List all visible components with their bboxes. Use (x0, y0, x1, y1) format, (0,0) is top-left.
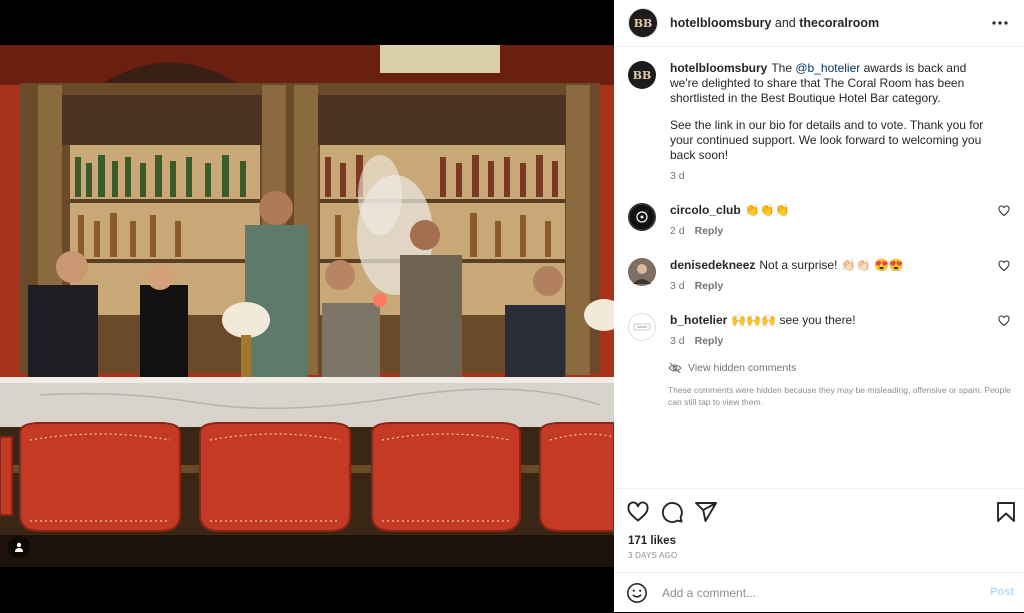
tag-user-button[interactable] (8, 536, 30, 558)
add-comment-input[interactable] (660, 585, 974, 601)
caption-time: 3 d (670, 170, 685, 182)
view-hidden-comments-button[interactable]: View hidden comments (668, 362, 796, 374)
like-comment-heart-icon[interactable] (998, 315, 1010, 327)
circolo-logo-icon (636, 211, 648, 223)
reply-button[interactable]: Reply (695, 280, 724, 292)
post-side-panel: BB hotelbloomsbury and thecoralroom BB h… (614, 0, 1024, 612)
circolo-avatar[interactable] (628, 203, 656, 231)
comment-meta: 3 d Reply (670, 334, 990, 349)
person-photo-icon (628, 258, 656, 286)
comment-icon[interactable] (660, 500, 684, 524)
comment-username[interactable]: circolo_club (670, 203, 741, 217)
heart-icon[interactable] (626, 500, 650, 524)
caption-text-before: The (771, 61, 796, 75)
comment-text: 👏👏👏 (744, 203, 790, 217)
post-header: BB hotelbloomsbury and thecoralroom (614, 0, 1024, 47)
comment-username[interactable]: b_hotelier (670, 313, 727, 327)
author-username[interactable]: hotelbloomsbury (670, 16, 771, 30)
comments-section[interactable]: BB hotelbloomsbury The @b_hotelier awards… (614, 47, 1024, 487)
comment-time: 3 d (670, 280, 685, 292)
caption-body: hotelbloomsbury The @b_hotelier awards is… (670, 61, 990, 184)
comment-meta: 3 d Reply (670, 279, 990, 294)
comment-time: 3 d (670, 335, 685, 347)
comment-text: Not a surprise! 👏🏻👏🏻 😍😍 (759, 258, 904, 272)
author-names: hotelbloomsbury and thecoralroom (670, 16, 879, 30)
more-options-button[interactable] (990, 13, 1010, 33)
caption: BB hotelbloomsbury The @b_hotelier awards… (628, 61, 1018, 184)
reply-button[interactable]: Reply (695, 335, 724, 347)
action-bar (614, 488, 1024, 534)
bookmark-icon[interactable] (994, 500, 1018, 524)
denise-avatar[interactable] (628, 258, 656, 286)
comment-meta: 2 d Reply (670, 224, 990, 239)
post-media[interactable] (0, 0, 614, 612)
add-comment-bar: Post (614, 572, 1024, 613)
caption-avatar[interactable]: BB (628, 61, 656, 89)
bar-photo[interactable] (0, 45, 614, 567)
b-hotelier-avatar[interactable] (628, 313, 656, 341)
like-comment-heart-icon[interactable] (998, 205, 1010, 217)
collaborator-username[interactable]: thecoralroom (799, 16, 879, 30)
share-icon[interactable] (694, 500, 718, 524)
collab-joiner: and (771, 16, 800, 30)
hidden-comments-note: These comments were hidden because they … (668, 385, 1011, 407)
comment-time: 2 d (670, 225, 685, 237)
comment-item: circolo_club 👏👏👏 2 d Reply (628, 203, 1018, 239)
emoji-icon[interactable] (626, 582, 648, 604)
eye-off-icon (668, 362, 682, 374)
caption-username[interactable]: hotelbloomsbury (670, 61, 767, 75)
tag-user-icon (15, 542, 23, 552)
comment-username[interactable]: denisedekneez (670, 258, 755, 272)
view-hidden-comments-label: View hidden comments (688, 362, 797, 374)
comment-item: denisedekneez Not a surprise! 👏🏻👏🏻 😍😍 3 d… (628, 258, 1018, 294)
b-hotelier-logo-icon (633, 323, 651, 331)
comment-body: circolo_club 👏👏👏 2 d Reply (670, 203, 990, 239)
comment-body: denisedekneez Not a surprise! 👏🏻👏🏻 😍😍 3 d… (670, 258, 990, 294)
post-comment-button[interactable]: Post (990, 586, 1014, 598)
reply-button[interactable]: Reply (695, 225, 724, 237)
author-avatar[interactable]: BB (628, 8, 658, 38)
caption-paragraph-2: See the link in our bio for details and … (670, 118, 984, 162)
comment-text: 🙌🙌🙌 see you there! (731, 313, 856, 327)
caption-mention[interactable]: @b_hotelier (795, 61, 860, 75)
likes-count[interactable]: 171 likes (628, 535, 676, 547)
comment-item: b_hotelier 🙌🙌🙌 see you there! 3 d Reply (628, 313, 1018, 349)
like-comment-heart-icon[interactable] (998, 260, 1010, 272)
comment-body: b_hotelier 🙌🙌🙌 see you there! 3 d Reply (670, 313, 990, 349)
post-date[interactable]: 3 DAYS AGO (628, 551, 677, 560)
more-icon (992, 21, 1008, 25)
